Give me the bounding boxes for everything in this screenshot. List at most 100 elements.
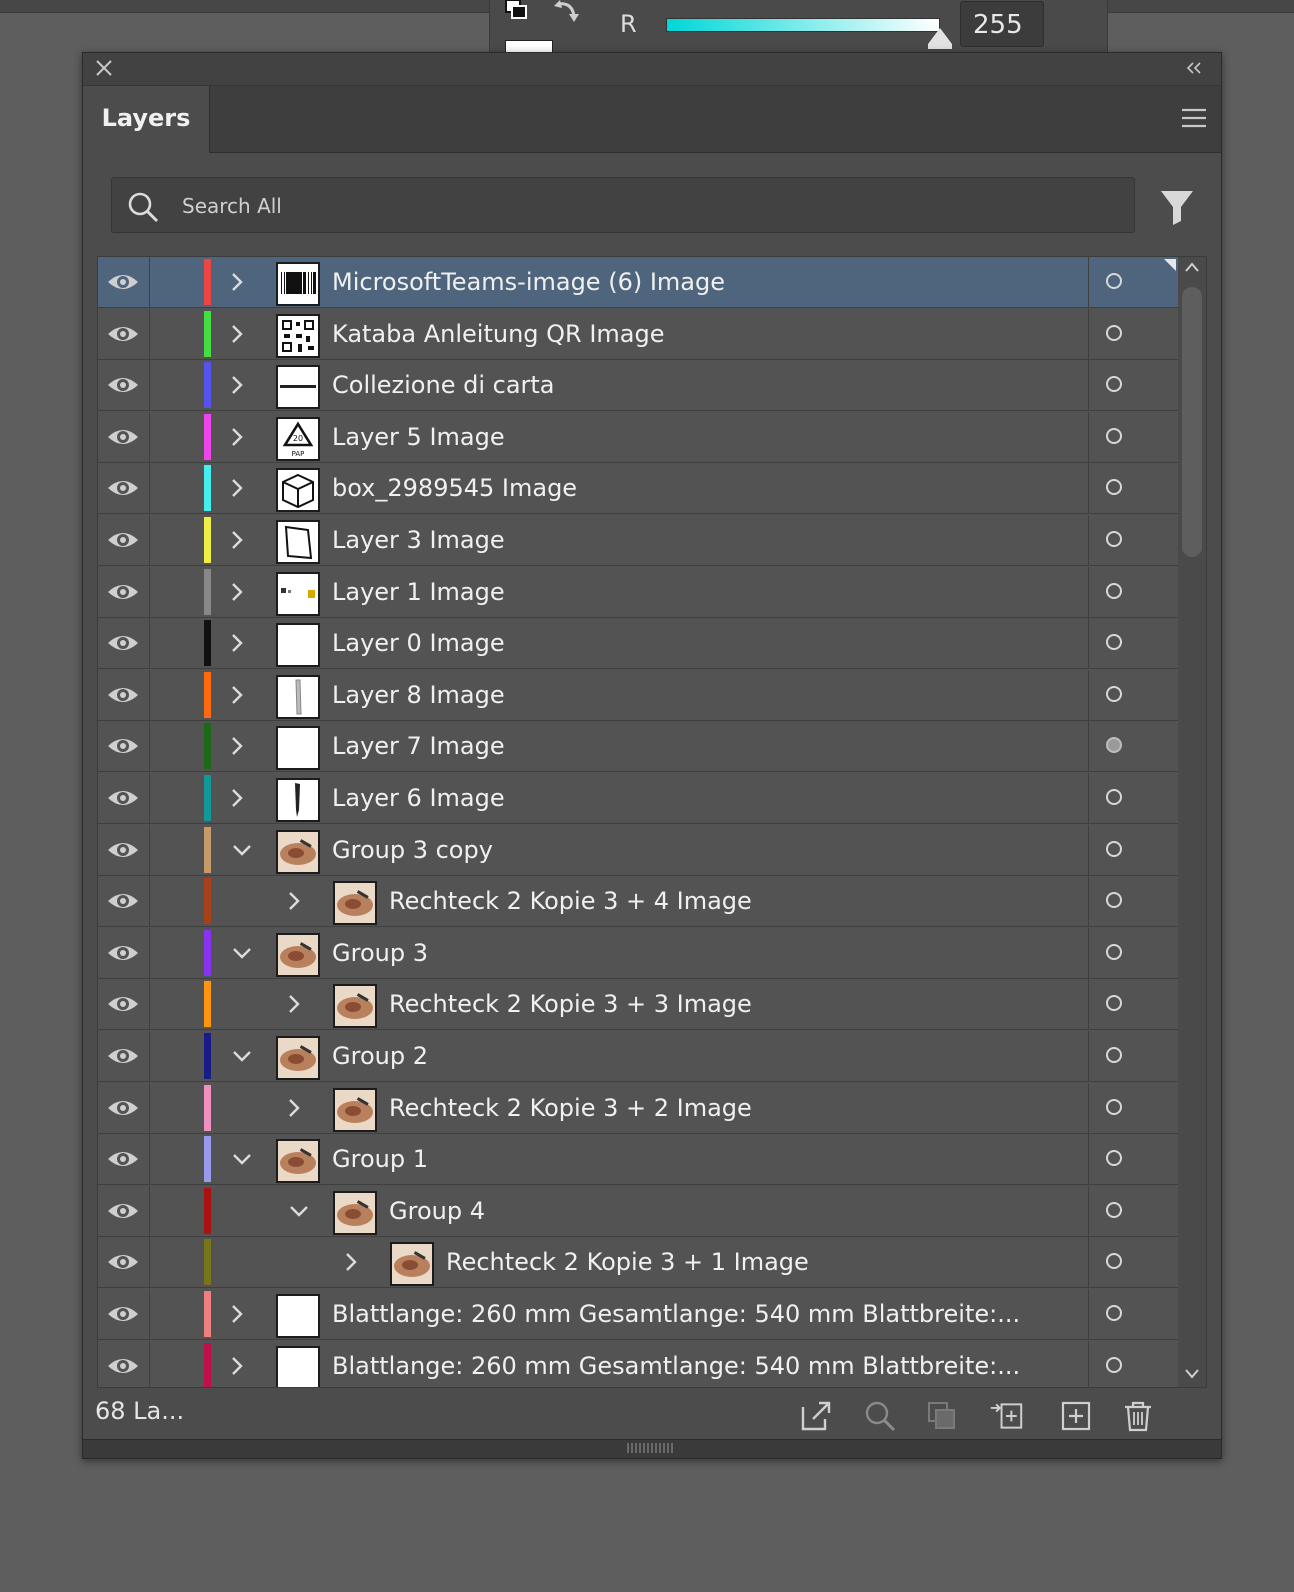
layer-row[interactable]: Layer 7 Image	[98, 721, 1178, 772]
eye-icon[interactable]	[106, 473, 140, 503]
target-circle-icon[interactable]	[1106, 325, 1122, 341]
chevron-down-icon[interactable]	[231, 838, 253, 862]
target-circle-icon[interactable]	[1106, 1253, 1122, 1269]
layer-row[interactable]: Layer 1 Image	[98, 567, 1178, 618]
chevron-right-icon[interactable]	[226, 373, 248, 397]
chevron-right-icon[interactable]	[226, 425, 248, 449]
layer-name[interactable]: Layer 6 Image	[332, 773, 505, 824]
target-circle-icon[interactable]	[1106, 789, 1122, 805]
target-circle-icon[interactable]	[1106, 686, 1122, 702]
chevron-right-icon[interactable]	[226, 322, 248, 346]
chevron-right-icon[interactable]	[226, 683, 248, 707]
layer-row[interactable]: Group 3	[98, 928, 1178, 979]
chevron-right-icon[interactable]	[226, 528, 248, 552]
resize-handle[interactable]	[83, 1439, 1221, 1458]
search-box[interactable]	[111, 177, 1135, 233]
chevron-down-icon[interactable]	[231, 1044, 253, 1068]
target-circle-icon[interactable]	[1106, 995, 1122, 1011]
chevron-right-icon[interactable]	[340, 1250, 362, 1274]
layer-name[interactable]: Rechteck 2 Kopie 3 + 4 Image	[389, 876, 752, 927]
collapse-panel-icon[interactable]	[1181, 55, 1207, 81]
chevron-right-icon[interactable]	[226, 1302, 248, 1326]
layer-row[interactable]: Layer 6 Image	[98, 773, 1178, 824]
layer-name[interactable]: Layer 8 Image	[332, 670, 505, 721]
eye-icon[interactable]	[106, 989, 140, 1019]
filter-icon[interactable]	[1159, 187, 1195, 227]
layer-row[interactable]: Group 1	[98, 1134, 1178, 1185]
target-circle-icon[interactable]	[1106, 944, 1122, 960]
target-circle-icon[interactable]	[1106, 1099, 1122, 1115]
red-channel-slider[interactable]	[666, 18, 940, 32]
chevron-down-icon[interactable]	[288, 1199, 310, 1223]
eye-icon[interactable]	[106, 577, 140, 607]
chevron-right-icon[interactable]	[226, 580, 248, 604]
target-circle-icon[interactable]	[1106, 428, 1122, 444]
chevron-right-icon[interactable]	[283, 889, 305, 913]
target-circle-icon[interactable]	[1106, 737, 1122, 753]
eye-icon[interactable]	[106, 1247, 140, 1277]
slider-thumb-base[interactable]	[928, 44, 952, 49]
eye-icon[interactable]	[106, 267, 140, 297]
target-circle-icon[interactable]	[1106, 892, 1122, 908]
layer-row[interactable]: Rechteck 2 Kopie 3 + 3 Image	[98, 979, 1178, 1030]
layer-row[interactable]: Kataba Anleitung QR Image	[98, 309, 1178, 360]
target-circle-icon[interactable]	[1106, 1357, 1122, 1373]
chevron-right-icon[interactable]	[226, 734, 248, 758]
layer-row[interactable]: Blattlange: 260 mm Gesamtlange: 540 mm B…	[98, 1341, 1178, 1387]
target-circle-icon[interactable]	[1106, 1305, 1122, 1321]
chevron-right-icon[interactable]	[283, 1096, 305, 1120]
eye-icon[interactable]	[106, 422, 140, 452]
target-circle-icon[interactable]	[1106, 1150, 1122, 1166]
scroll-down-icon[interactable]	[1184, 1367, 1200, 1379]
trash-icon[interactable]	[1121, 1399, 1155, 1433]
layer-name[interactable]: Rechteck 2 Kopie 3 + 3 Image	[389, 979, 752, 1030]
chevron-right-icon[interactable]	[226, 476, 248, 500]
layer-name[interactable]: Collezione di carta	[332, 360, 555, 411]
eye-icon[interactable]	[106, 886, 140, 916]
tab-layers[interactable]: Layers	[83, 86, 210, 153]
slider-thumb[interactable]	[928, 28, 952, 44]
list-scrollbar[interactable]	[1178, 257, 1206, 1387]
target-circle-icon[interactable]	[1106, 634, 1122, 650]
eye-icon[interactable]	[106, 680, 140, 710]
eye-icon[interactable]	[106, 1041, 140, 1071]
eye-icon[interactable]	[106, 938, 140, 968]
layer-row[interactable]: box_2989545 Image	[98, 463, 1178, 514]
close-icon[interactable]	[91, 55, 117, 81]
layer-name[interactable]: Layer 3 Image	[332, 515, 505, 566]
layer-name[interactable]: Group 3	[332, 928, 428, 979]
layer-row[interactable]: Layer 0 Image	[98, 618, 1178, 669]
layer-name[interactable]: box_2989545 Image	[332, 463, 577, 514]
layer-name[interactable]: Blattlange: 260 mm Gesamtlange: 540 mm B…	[332, 1289, 1020, 1340]
layer-row[interactable]: Rechteck 2 Kopie 3 + 1 Image	[98, 1237, 1178, 1288]
layer-name[interactable]: Group 3 copy	[332, 825, 493, 876]
layer-row[interactable]: Blattlange: 260 mm Gesamtlange: 540 mm B…	[98, 1289, 1178, 1340]
locate-object-icon[interactable]	[863, 1399, 897, 1433]
swap-fill-stroke-icon[interactable]	[552, 0, 582, 26]
layer-name[interactable]: Layer 5 Image	[332, 412, 505, 463]
red-value-input[interactable]: 255	[960, 1, 1044, 47]
layer-row[interactable]: Rechteck 2 Kopie 3 + 2 Image	[98, 1083, 1178, 1134]
layer-row[interactable]: Layer 8 Image	[98, 670, 1178, 721]
target-circle-icon[interactable]	[1106, 841, 1122, 857]
eye-icon[interactable]	[106, 370, 140, 400]
layer-name[interactable]: Group 2	[332, 1031, 428, 1082]
eye-icon[interactable]	[106, 783, 140, 813]
eye-icon[interactable]	[106, 628, 140, 658]
search-input[interactable]	[180, 188, 1084, 224]
export-icon[interactable]	[799, 1399, 833, 1433]
target-circle-icon[interactable]	[1106, 1202, 1122, 1218]
target-circle-icon[interactable]	[1106, 531, 1122, 547]
resize-grip[interactable]	[627, 1443, 675, 1453]
scroll-thumb[interactable]	[1182, 287, 1202, 557]
layer-row[interactable]: Group 3 copy	[98, 825, 1178, 876]
target-circle-icon[interactable]	[1106, 583, 1122, 599]
layer-name[interactable]: Group 4	[389, 1186, 485, 1237]
chevron-down-icon[interactable]	[231, 1147, 253, 1171]
layer-row[interactable]: Group 4	[98, 1186, 1178, 1237]
chevron-right-icon[interactable]	[226, 1354, 248, 1378]
eye-icon[interactable]	[106, 731, 140, 761]
default-fill-stroke-icon[interactable]	[504, 0, 530, 22]
chevron-right-icon[interactable]	[283, 992, 305, 1016]
eye-icon[interactable]	[106, 1299, 140, 1329]
